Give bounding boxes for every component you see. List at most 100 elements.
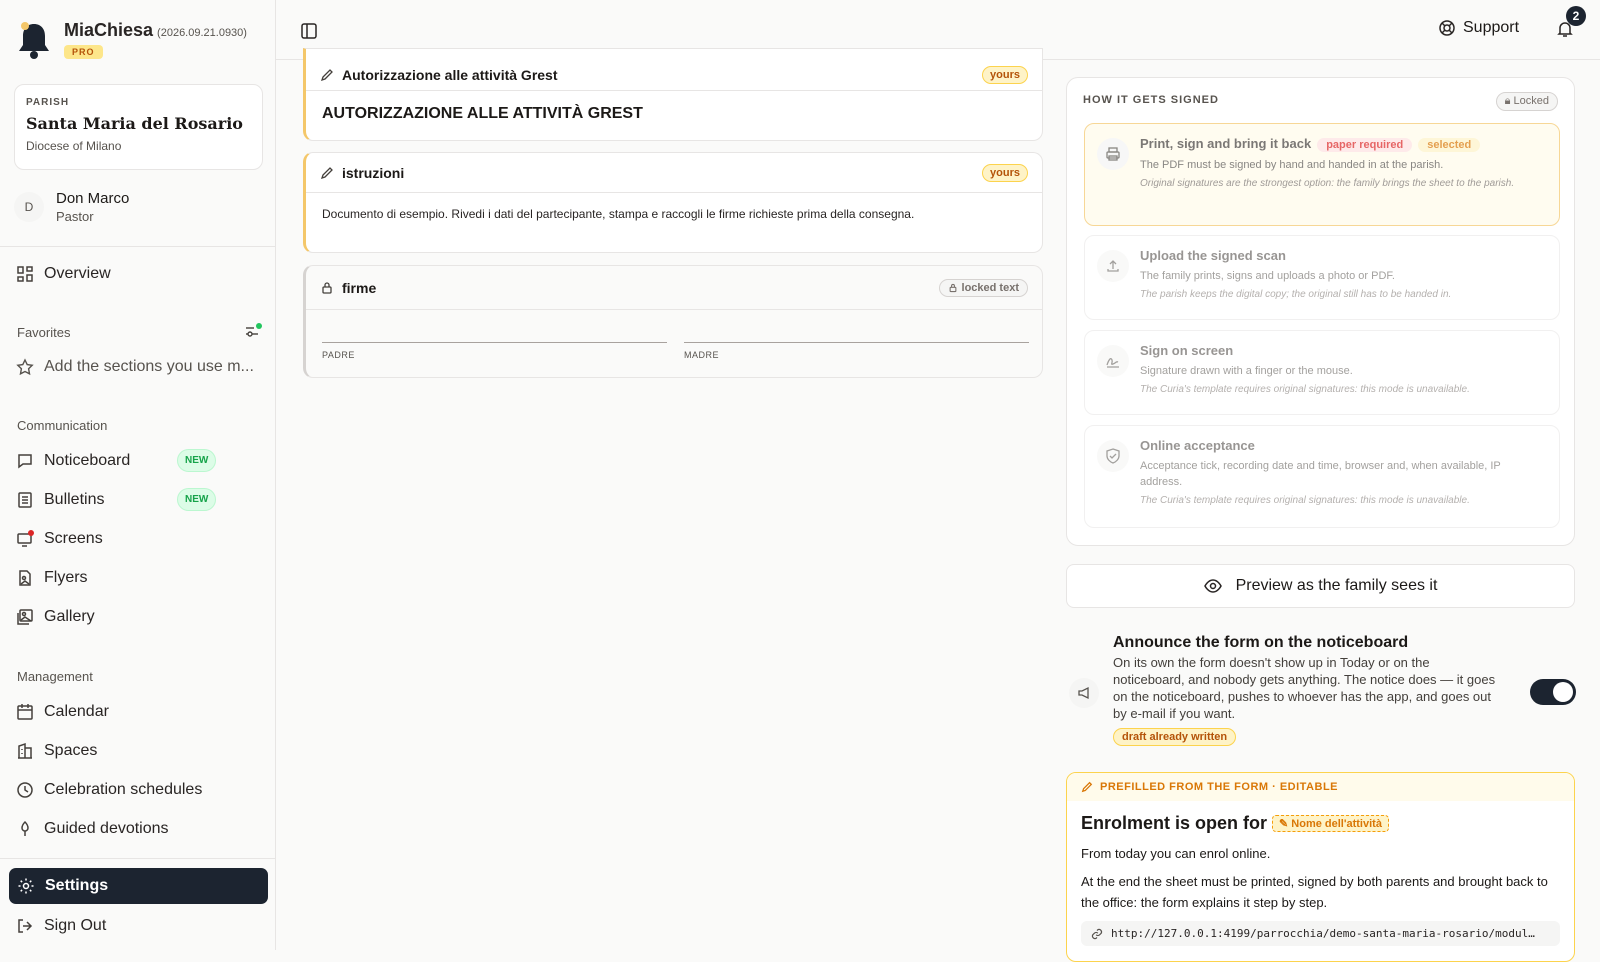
pencil-icon <box>1081 781 1093 793</box>
prefill-paragraph-1: From today you can enrol online. <box>1081 846 1271 861</box>
block-title-content[interactable]: AUTORIZZAZIONE ALLE ATTIVITÀ GREST <box>306 91 1042 137</box>
option-title: Online acceptance <box>1140 438 1255 453</box>
prefill-paragraph-2: At the end the sheet must be printed, si… <box>1081 874 1548 910</box>
sidebar-item-label: Screens <box>44 530 103 547</box>
communication-label: Communication <box>17 418 108 433</box>
sidebar-item-screens[interactable]: Screens <box>16 524 261 554</box>
gear-icon <box>18 878 34 894</box>
block-label: istruzioni <box>342 164 405 181</box>
new-badge: NEW <box>177 488 217 511</box>
sidebar-item-celebration[interactable]: Celebration schedules <box>16 775 261 805</box>
option-title: Upload the signed scan <box>1140 248 1286 263</box>
sidebar-item-settings[interactable]: Settings <box>9 868 268 904</box>
option-title: Print, sign and bring it back <box>1140 136 1312 151</box>
favorites-settings-icon[interactable] <box>244 322 262 340</box>
instructions-block[interactable]: istruzioni yours Documento di esempio. R… <box>303 152 1043 253</box>
sidebar-item-gallery[interactable]: Gallery <box>16 602 261 632</box>
signing-locked-label: Locked <box>1513 95 1549 107</box>
app-name: MiaChiesa <box>64 20 154 40</box>
signature-line <box>684 342 1029 343</box>
prefill-body[interactable]: Enrolment is open for ✎ Nome dell'attivi… <box>1067 801 1574 946</box>
parish-label: PARISH <box>26 97 70 108</box>
sign-option-paper[interactable]: Print, sign and bring it back paper requi… <box>1084 123 1560 226</box>
announce-desc: On its own the form doesn't show up in T… <box>1113 655 1496 721</box>
block-header: Autorizzazione alle attività Grest yours <box>306 49 1042 91</box>
bell-logo-icon <box>16 20 52 62</box>
yours-badge: yours <box>982 163 1028 182</box>
eye-icon <box>1203 579 1222 593</box>
avatar: D <box>14 192 44 222</box>
announce-toggle[interactable] <box>1530 679 1576 705</box>
favorites-hint[interactable]: Add the sections you use m... <box>16 352 261 382</box>
star-icon <box>16 358 34 376</box>
sign-option-upload[interactable]: Upload the signed scan The family prints… <box>1084 235 1560 320</box>
sidebar-item-label: Add the sections you use m... <box>44 358 254 375</box>
prefill-header: PREFILLED FROM THE FORM · EDITABLE <box>1067 773 1574 801</box>
lock-icon <box>949 283 956 292</box>
file-image-icon <box>19 570 31 586</box>
sidebar-item-spaces[interactable]: Spaces <box>16 736 261 766</box>
message-icon <box>18 454 32 469</box>
prefill-link[interactable]: http://127.0.0.1:4199/parrocchia/demo-sa… <box>1081 921 1560 946</box>
brand[interactable]: MiaChiesa (2026.09.21.0930) PRO <box>16 20 247 62</box>
sign-option-online: Online acceptance Acceptance tick, recor… <box>1084 425 1560 528</box>
sign-option-screen: Sign on screen Signature drawn with a fi… <box>1084 330 1560 415</box>
user-role: Pastor <box>56 209 94 224</box>
signatures-block: firme locked text PADRE MADRE <box>303 265 1043 378</box>
sidebar-item-noticeboard[interactable]: Noticeboard <box>16 446 261 476</box>
sidebar-item-label: Guided devotions <box>44 820 169 837</box>
announce-title: Announce the form on the noticeboard <box>1113 634 1409 651</box>
sidebar-item-label: Flyers <box>44 569 88 586</box>
option-desc: The family prints, signs and uploads a p… <box>1140 270 1395 282</box>
new-badge: NEW <box>177 449 217 472</box>
building-icon <box>18 742 32 759</box>
lifebuoy-icon <box>1439 20 1455 36</box>
shield-check-icon <box>1097 440 1129 472</box>
sidebar-item-overview[interactable]: Overview <box>16 259 261 289</box>
signature-label-2: MADRE <box>684 350 720 360</box>
sidebar-item-label: Gallery <box>44 608 95 625</box>
user-name: Don Marco <box>56 190 130 207</box>
option-note: The Curia's template requires original s… <box>1140 495 1470 506</box>
images-icon <box>17 609 33 625</box>
support-label: Support <box>1463 19 1520 36</box>
user-profile[interactable]: D Don Marco Pastor <box>14 190 129 224</box>
activity-placeholder-chip[interactable]: ✎ Nome dell'attività <box>1272 815 1389 832</box>
sidebar-item-label: Settings <box>45 877 109 894</box>
sidebar-item-label: Spaces <box>44 742 98 759</box>
block-header: istruzioni yours <box>306 153 1042 193</box>
sidebar-item-devotions[interactable]: Guided devotions <box>16 814 261 844</box>
option-note: Original signatures are the strongest op… <box>1140 178 1515 189</box>
divider <box>0 858 276 859</box>
parish-card[interactable]: PARISH Santa Maria del Rosario Diocese o… <box>14 84 263 170</box>
draft-badge: draft already written <box>1113 728 1237 746</box>
lock-icon <box>322 281 332 294</box>
sidebar-item-label: Bulletins <box>44 491 105 508</box>
option-note: The parish keeps the digital copy; the o… <box>1140 289 1452 300</box>
announce-section: Announce the form on the noticeboard On … <box>1113 634 1503 746</box>
signing-locked-badge: 🔒︎ Locked <box>1495 92 1558 111</box>
notifications-button[interactable]: 2 <box>1556 6 1586 40</box>
sidebar-item-signout[interactable]: Sign Out <box>16 911 261 941</box>
sidebar-item-label: Noticeboard <box>44 452 131 469</box>
sidebar-item-bulletins[interactable]: Bulletins <box>16 485 261 515</box>
calendar-icon <box>17 704 33 720</box>
notification-count: 2 <box>1566 6 1586 26</box>
preview-button[interactable]: Preview as the family sees it <box>1066 564 1575 608</box>
sidebar-item-calendar[interactable]: Calendar <box>16 697 261 727</box>
sidebar-item-label: Celebration schedules <box>44 781 203 798</box>
divider <box>0 246 276 247</box>
link-icon <box>1091 928 1103 939</box>
link-text: http://127.0.0.1:4199/parrocchia/demo-sa… <box>1111 927 1535 940</box>
title-block[interactable]: Autorizzazione alle attività Grest yours… <box>303 48 1043 141</box>
block-instructions-content[interactable]: Documento di esempio. Rivedi i dati del … <box>306 193 1042 235</box>
support-button[interactable]: Support <box>1438 19 1519 37</box>
megaphone-icon <box>1069 678 1099 708</box>
sidebar-toggle-icon[interactable] <box>300 22 318 40</box>
app-version: (2026.09.21.0930) <box>157 27 247 39</box>
option-desc: Signature drawn with a finger or the mou… <box>1140 365 1353 377</box>
sidebar: MiaChiesa (2026.09.21.0930) PRO PARISH Sa… <box>0 0 276 950</box>
sidebar-item-flyers[interactable]: Flyers <box>16 563 261 593</box>
sidebar-item-label: Overview <box>44 265 111 282</box>
paper-required-badge: paper required <box>1317 138 1413 152</box>
